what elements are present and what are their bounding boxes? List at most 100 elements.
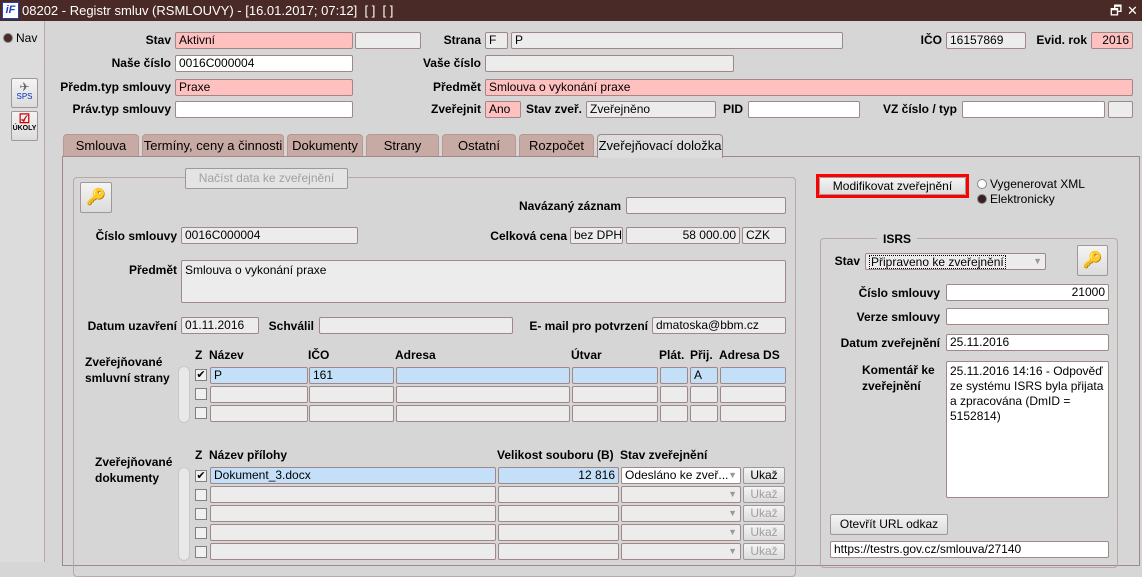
document-size-cell[interactable] xyxy=(498,524,619,541)
tab-smlouva[interactable]: Smlouva xyxy=(63,134,139,157)
party-cell[interactable] xyxy=(210,405,308,422)
document-name-cell[interactable] xyxy=(210,486,496,503)
isrs-stav-select[interactable]: Připraveno ke zveřejnění ▼ xyxy=(865,253,1046,270)
party-cell[interactable] xyxy=(572,386,658,403)
mena-field[interactable]: CZK xyxy=(742,227,786,244)
key-icon[interactable]: 🔑 xyxy=(80,182,112,213)
isrs-datum-field[interactable]: 25.11.2016 xyxy=(946,334,1109,351)
cislo-smlouvy-field[interactable]: 0016C000004 xyxy=(181,227,358,244)
document-size-cell[interactable] xyxy=(498,543,619,560)
show-document-button[interactable]: Ukaž xyxy=(743,543,785,560)
document-checkbox[interactable] xyxy=(195,527,207,539)
document-checkbox[interactable] xyxy=(195,546,207,558)
isrs-verze-field[interactable] xyxy=(946,308,1109,325)
evid-rok-field[interactable]: 2016 xyxy=(1091,32,1133,49)
party-cell[interactable] xyxy=(396,405,570,422)
document-status-select[interactable]: ▼ xyxy=(621,543,741,560)
document-status-select[interactable]: ▼ xyxy=(621,505,741,522)
tab-ostatni[interactable]: Ostatní xyxy=(442,134,516,157)
party-cell[interactable]: A xyxy=(690,367,718,384)
ico-field[interactable]: 16157869 xyxy=(946,32,1026,49)
document-name-cell[interactable] xyxy=(210,505,496,522)
modify-publication-button[interactable]: Modifikovat zveřejnění xyxy=(819,177,966,195)
tab-dokumenty[interactable]: Dokumenty xyxy=(287,134,363,157)
ukoly-button[interactable]: ☑ ÚKOLY xyxy=(11,111,38,141)
url-field[interactable]: https://testrs.gov.cz/smlouva/27140 xyxy=(830,541,1109,558)
pid-field[interactable] xyxy=(748,101,860,118)
sps-button[interactable]: ✈ SPS xyxy=(11,78,38,108)
party-cell[interactable] xyxy=(309,386,394,403)
document-name-cell[interactable] xyxy=(210,543,496,560)
party-cell[interactable]: 161 xyxy=(309,367,394,384)
predm-typ-field[interactable]: Praxe xyxy=(175,79,353,96)
party-cell[interactable] xyxy=(572,405,658,422)
close-icon[interactable]: ✕ xyxy=(1127,0,1138,21)
party-cell[interactable] xyxy=(690,405,718,422)
party-cell[interactable] xyxy=(396,367,570,384)
document-status-select[interactable]: ▼ xyxy=(621,524,741,541)
party-cell[interactable] xyxy=(720,367,786,384)
isrs-komentar-textarea[interactable]: 25.11.2016 14:16 - Odpověď ze systému IS… xyxy=(946,361,1109,498)
stav-field[interactable]: Aktivní xyxy=(175,32,353,49)
open-url-button[interactable]: Otevřít URL odkaz xyxy=(830,514,948,535)
tab-strany[interactable]: Strany xyxy=(366,134,439,157)
party-cell[interactable] xyxy=(660,405,688,422)
party-checkbox[interactable]: ✔ xyxy=(195,369,207,381)
party-cell[interactable] xyxy=(690,386,718,403)
party-cell[interactable] xyxy=(396,386,570,403)
predmet-textarea[interactable]: Smlouva o vykonání praxe xyxy=(181,260,786,303)
party-cell[interactable]: P xyxy=(210,367,308,384)
show-document-button[interactable]: Ukaž xyxy=(743,524,785,541)
document-size-cell[interactable] xyxy=(498,505,619,522)
documents-scrollbar[interactable] xyxy=(178,467,190,561)
document-size-cell[interactable] xyxy=(498,486,619,503)
stav-zver-field[interactable]: Zveřejněno xyxy=(586,101,716,118)
party-cell[interactable] xyxy=(572,367,658,384)
datum-uzavreni-field[interactable]: 01.11.2016 xyxy=(181,317,259,334)
document-name-cell[interactable] xyxy=(210,524,496,541)
tab-terminy[interactable]: Termíny, ceny a činnosti xyxy=(142,134,284,157)
document-checkbox[interactable] xyxy=(195,508,207,520)
radio-xml[interactable]: Vygenerovat XML xyxy=(977,177,1085,191)
party-cell[interactable] xyxy=(210,386,308,403)
vz-typ-field[interactable] xyxy=(1108,101,1133,118)
parties-scrollbar[interactable] xyxy=(178,366,190,423)
predmet-field[interactable]: Smlouva o vykonání praxe xyxy=(485,79,1133,96)
show-document-button[interactable]: Ukaž xyxy=(743,467,785,484)
nav-radio[interactable]: Nav xyxy=(3,31,37,45)
isrs-key-icon[interactable]: 🔑 xyxy=(1077,245,1108,276)
party-checkbox[interactable] xyxy=(195,407,207,419)
document-name-cell[interactable]: Dokument_3.docx xyxy=(210,467,496,484)
vase-cislo-field[interactable] xyxy=(485,55,734,72)
document-size-cell[interactable]: 12 816 xyxy=(498,467,619,484)
strana-name-field[interactable]: P xyxy=(511,32,843,49)
party-cell[interactable] xyxy=(720,405,786,422)
party-cell[interactable] xyxy=(660,367,688,384)
party-cell[interactable] xyxy=(720,386,786,403)
isrs-cislo-field[interactable]: 21000 xyxy=(946,284,1109,301)
load-data-button[interactable]: Načíst data ke zveřejnění xyxy=(185,168,348,189)
party-cell[interactable] xyxy=(309,405,394,422)
cena-typ-field[interactable]: bez DPH xyxy=(570,227,623,244)
party-cell[interactable] xyxy=(660,386,688,403)
document-status-select[interactable]: Odesláno ke zveř... ▼ xyxy=(621,467,741,484)
navazany-field[interactable] xyxy=(626,197,786,214)
prav-typ-field[interactable] xyxy=(175,101,353,118)
vz-cislo-field[interactable] xyxy=(962,101,1105,118)
show-document-button[interactable]: Ukaž xyxy=(743,486,785,503)
email-field[interactable]: dmatoska@bbm.cz xyxy=(652,317,786,334)
strana-type-field[interactable]: F xyxy=(485,32,508,49)
zverejnit-field[interactable]: Ano xyxy=(485,101,521,118)
tab-zverejnovaci-dolozka[interactable]: Zveřejňovací doložka xyxy=(597,134,723,158)
restore-icon[interactable]: 🗗 xyxy=(1110,0,1122,21)
document-checkbox[interactable] xyxy=(195,489,207,501)
document-checkbox[interactable]: ✔ xyxy=(195,470,207,482)
party-checkbox[interactable] xyxy=(195,388,207,400)
radio-elektronicky[interactable]: Elektronicky xyxy=(977,192,1055,206)
nase-cislo-field[interactable]: 0016C000004 xyxy=(175,55,353,72)
show-document-button[interactable]: Ukaž xyxy=(743,505,785,522)
cena-field[interactable]: 58 000.00 xyxy=(626,227,740,244)
document-status-select[interactable]: ▼ xyxy=(621,486,741,503)
tab-rozpocet[interactable]: Rozpočet xyxy=(519,134,594,157)
schvalil-field[interactable] xyxy=(319,317,513,334)
